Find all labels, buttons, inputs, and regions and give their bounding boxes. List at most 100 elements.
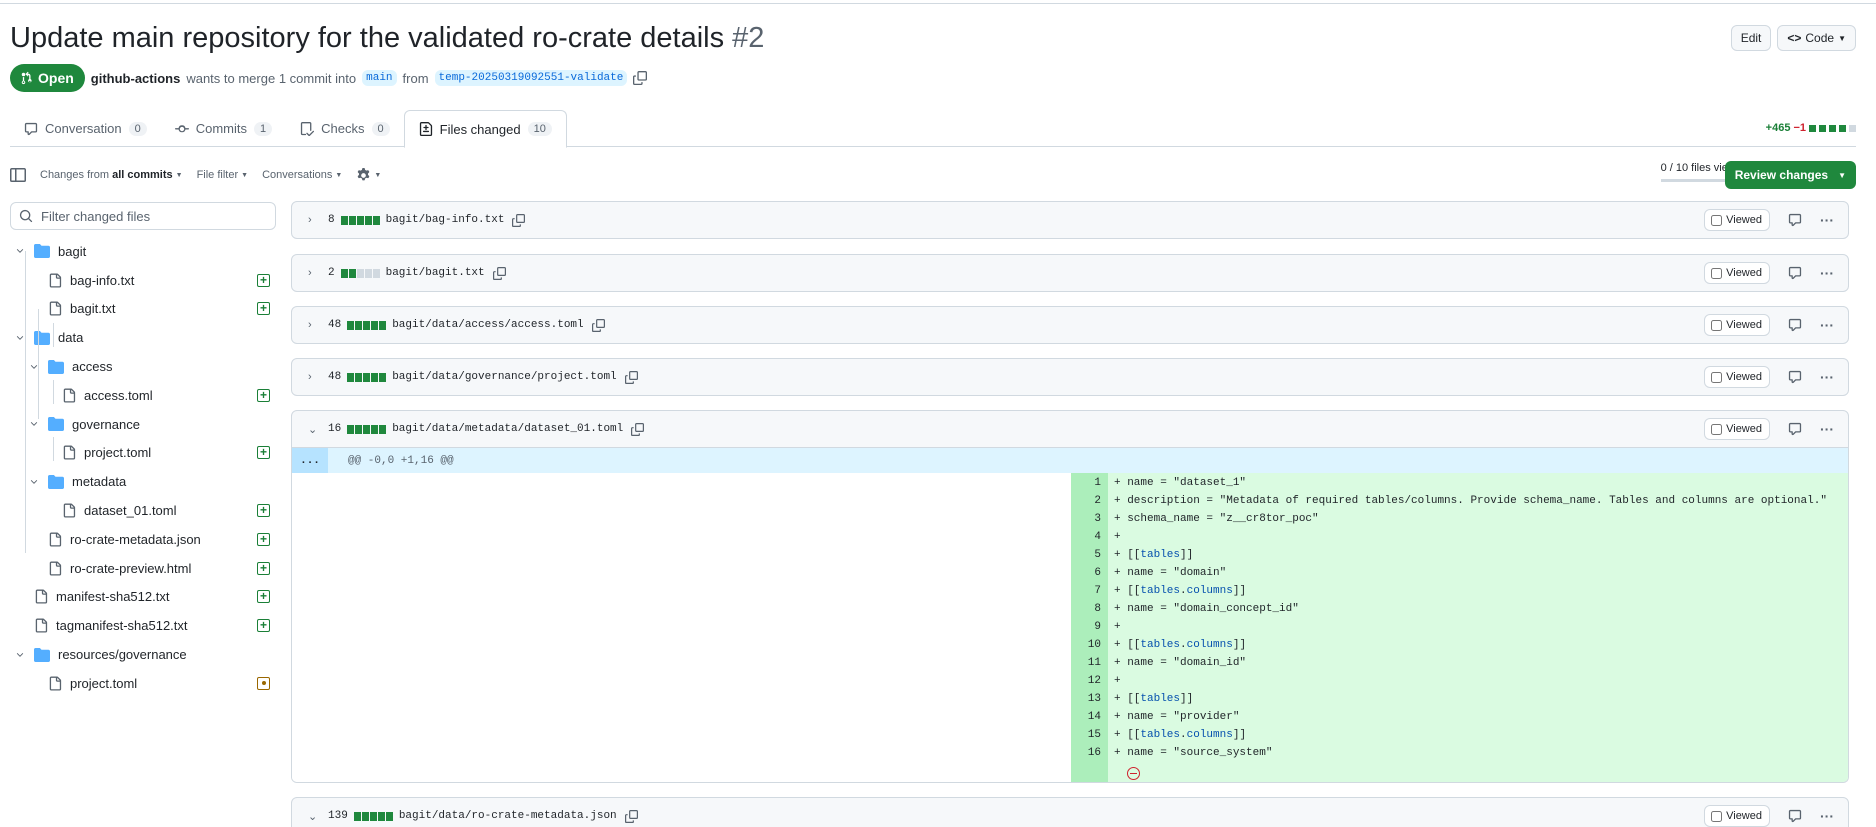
file-change-count: 16 xyxy=(328,423,342,435)
chevron-down-icon[interactable] xyxy=(14,650,26,660)
tree-folder[interactable]: metadata xyxy=(10,467,280,496)
line-code: + xyxy=(1114,621,1121,633)
conversations-dropdown[interactable]: Conversations ▼ xyxy=(262,169,342,181)
comment-icon[interactable] xyxy=(1788,422,1802,436)
viewed-checkbox[interactable]: Viewed xyxy=(1704,366,1770,388)
viewed-check[interactable] xyxy=(1711,423,1723,435)
comment-icon[interactable] xyxy=(1788,370,1802,384)
viewed-checkbox[interactable]: Viewed xyxy=(1704,805,1770,827)
line-number[interactable]: 12 xyxy=(1071,675,1108,687)
chevron-down-icon[interactable]: ⌄ xyxy=(308,810,322,823)
filter-input[interactable] xyxy=(41,208,271,224)
viewed-check[interactable] xyxy=(1711,267,1723,279)
kebab-horizontal-icon[interactable]: ··· xyxy=(1820,369,1834,385)
tree-file[interactable]: bag-info.txt + xyxy=(10,266,280,295)
diff-settings-dropdown[interactable]: ▼ xyxy=(356,167,381,183)
filter-changed-files[interactable] xyxy=(10,202,276,230)
expand-hunk-button[interactable]: ... xyxy=(292,448,328,473)
tree-file[interactable]: bagit.txt + xyxy=(10,295,280,324)
file-path[interactable]: bagit/bag-info.txt xyxy=(386,214,505,226)
copy-icon[interactable] xyxy=(591,318,605,332)
tree-file[interactable]: project.toml + xyxy=(10,439,280,468)
line-number[interactable]: 2 xyxy=(1071,495,1108,507)
copy-icon[interactable] xyxy=(512,213,526,227)
line-number[interactable]: 9 xyxy=(1071,621,1108,633)
author-link[interactable]: github-actions xyxy=(91,71,181,86)
line-number[interactable]: 4 xyxy=(1071,531,1108,543)
tree-file[interactable]: ro-crate-metadata.json + xyxy=(10,525,280,554)
changes-from-dropdown[interactable]: Changes from all commits ▼ xyxy=(40,169,183,181)
tree-file[interactable]: ro-crate-preview.html + xyxy=(10,554,280,583)
tree-folder[interactable]: access xyxy=(10,352,280,381)
line-number[interactable]: 16 xyxy=(1071,747,1108,759)
tab-commits[interactable]: Commits 1 xyxy=(161,110,286,147)
viewed-checkbox[interactable]: Viewed xyxy=(1704,314,1770,336)
line-number[interactable]: 8 xyxy=(1071,603,1108,615)
chevron-down-icon[interactable] xyxy=(28,419,40,429)
comment-icon[interactable] xyxy=(1788,809,1802,823)
tree-folder[interactable]: resources/governance xyxy=(10,640,280,669)
tree-file[interactable]: dataset_01.toml + xyxy=(10,496,280,525)
diffstat-block xyxy=(377,811,385,821)
file-path[interactable]: bagit/bagit.txt xyxy=(386,267,485,279)
chevron-right-icon[interactable]: › xyxy=(308,319,322,331)
tree-file[interactable]: tagmanifest-sha512.txt + xyxy=(10,611,280,640)
chevron-right-icon[interactable]: › xyxy=(308,371,322,383)
chevron-right-icon[interactable]: › xyxy=(308,267,322,279)
tree-file[interactable]: project.toml xyxy=(10,669,280,698)
edit-button[interactable]: Edit xyxy=(1730,25,1772,51)
review-changes-button[interactable]: Review changes ▼ xyxy=(1724,161,1856,189)
line-number[interactable]: 5 xyxy=(1071,549,1108,561)
base-branch[interactable]: main xyxy=(362,70,397,86)
viewed-checkbox[interactable]: Viewed xyxy=(1704,418,1770,440)
kebab-horizontal-icon[interactable]: ··· xyxy=(1820,317,1834,333)
line-number[interactable]: 11 xyxy=(1071,657,1108,669)
tab-checks[interactable]: Checks 0 xyxy=(286,110,403,147)
copy-icon[interactable] xyxy=(624,370,638,384)
folder-icon xyxy=(48,359,64,374)
code-button[interactable]: <> Code ▼ xyxy=(1777,25,1856,51)
kebab-horizontal-icon[interactable]: ··· xyxy=(1820,212,1834,228)
chevron-down-icon[interactable]: ⌄ xyxy=(308,423,322,436)
tree-folder[interactable]: bagit xyxy=(10,237,280,266)
comment-icon[interactable] xyxy=(1788,213,1802,227)
copy-icon[interactable] xyxy=(633,71,648,85)
file-path[interactable]: bagit/data/metadata/dataset_01.toml xyxy=(392,423,623,435)
file-path[interactable]: bagit/data/governance/project.toml xyxy=(392,371,616,383)
line-number[interactable]: 13 xyxy=(1071,693,1108,705)
viewed-check[interactable] xyxy=(1711,214,1723,226)
copy-icon[interactable] xyxy=(492,266,506,280)
tree-folder[interactable]: governance xyxy=(10,410,280,439)
file-filter-dropdown[interactable]: File filter ▼ xyxy=(197,169,249,181)
line-number[interactable]: 1 xyxy=(1071,477,1108,489)
copy-icon[interactable] xyxy=(631,422,645,436)
line-number[interactable]: 6 xyxy=(1071,567,1108,579)
line-number[interactable]: 3 xyxy=(1071,513,1108,525)
tree-file[interactable]: access.toml + xyxy=(10,381,280,410)
sidebar-toggle-icon[interactable] xyxy=(10,167,26,183)
viewed-check[interactable] xyxy=(1711,371,1723,383)
viewed-check[interactable] xyxy=(1711,319,1723,331)
chevron-down-icon[interactable] xyxy=(28,477,40,487)
file-path[interactable]: bagit/data/access/access.toml xyxy=(392,319,583,331)
line-number[interactable]: 7 xyxy=(1071,585,1108,597)
line-number[interactable]: 14 xyxy=(1071,711,1108,723)
comment-icon[interactable] xyxy=(1788,318,1802,332)
viewed-checkbox[interactable]: Viewed xyxy=(1704,262,1770,284)
tree-folder[interactable]: data xyxy=(10,323,280,352)
line-number[interactable]: 10 xyxy=(1071,639,1108,651)
chevron-right-icon[interactable]: › xyxy=(308,214,322,226)
tab-conversation[interactable]: Conversation 0 xyxy=(10,110,161,147)
head-branch[interactable]: temp-20250319092551-validate xyxy=(434,70,628,86)
comment-icon[interactable] xyxy=(1788,266,1802,280)
line-number[interactable]: 15 xyxy=(1071,729,1108,741)
viewed-checkbox[interactable]: Viewed xyxy=(1704,209,1770,231)
kebab-horizontal-icon[interactable]: ··· xyxy=(1820,808,1834,824)
tab-files-changed[interactable]: Files changed 10 xyxy=(403,110,567,148)
kebab-horizontal-icon[interactable]: ··· xyxy=(1820,265,1834,281)
viewed-check[interactable] xyxy=(1711,810,1723,822)
kebab-horizontal-icon[interactable]: ··· xyxy=(1820,421,1834,437)
file-path[interactable]: bagit/data/ro-crate-metadata.json xyxy=(399,810,617,822)
copy-icon[interactable] xyxy=(624,809,638,823)
tree-file[interactable]: manifest-sha512.txt + xyxy=(10,583,280,612)
